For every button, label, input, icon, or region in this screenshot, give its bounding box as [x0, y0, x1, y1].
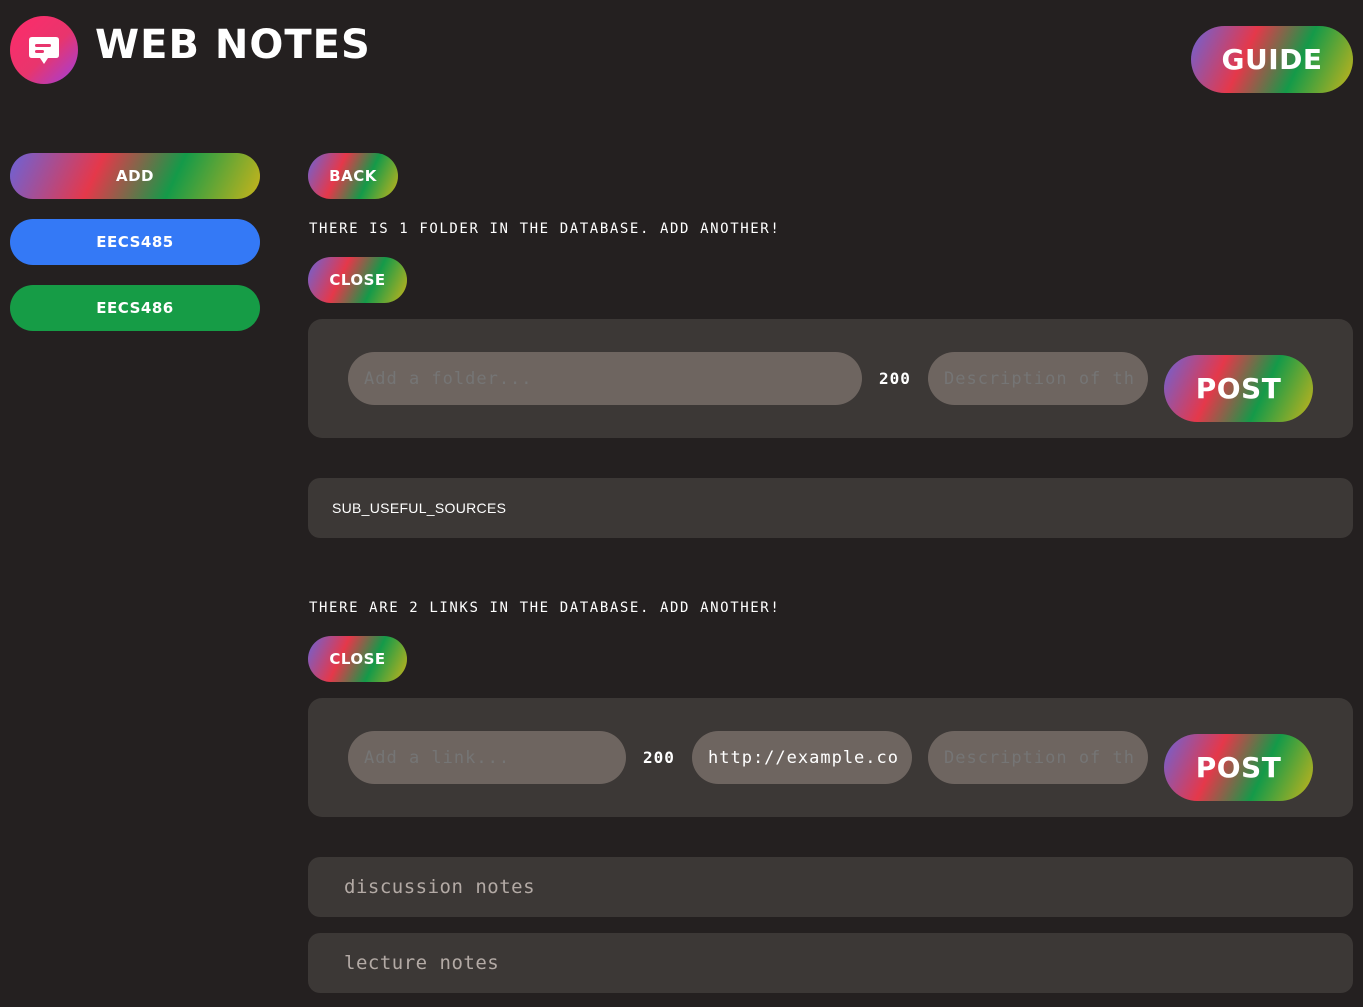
folder-list-item[interactable]: SUB_USEFUL_SOURCES: [308, 478, 1353, 538]
chat-bubble-icon: [29, 37, 59, 64]
folder-post-button[interactable]: POST: [1164, 355, 1313, 422]
sidebar-item-eecs485[interactable]: EECS485: [10, 219, 260, 265]
sidebar-item-eecs486[interactable]: EECS486: [10, 285, 260, 331]
guide-button[interactable]: GUIDE: [1191, 26, 1353, 93]
link-char-count: 200: [643, 748, 675, 767]
link-list-item[interactable]: discussion notes: [308, 857, 1353, 917]
folder-name: SUB_USEFUL_SOURCES: [332, 500, 507, 516]
link-name: lecture notes: [344, 952, 500, 974]
folder-name-input[interactable]: [348, 352, 862, 405]
app-title: WEB NOTES: [95, 22, 371, 68]
folder-status-text: THERE IS 1 FOLDER IN THE DATABASE. ADD A…: [309, 221, 781, 237]
link-url-input[interactable]: http://example.co: [692, 731, 912, 784]
folder-description-input[interactable]: [928, 352, 1148, 405]
folder-close-button[interactable]: CLOSE: [308, 257, 407, 303]
link-name-input[interactable]: [348, 731, 626, 784]
link-description-input[interactable]: [928, 731, 1148, 784]
link-name: discussion notes: [344, 876, 536, 898]
link-close-button[interactable]: CLOSE: [308, 636, 407, 682]
folder-char-count: 200: [879, 369, 911, 388]
link-post-button[interactable]: POST: [1164, 734, 1313, 801]
app-logo: [10, 16, 78, 84]
back-button[interactable]: BACK: [308, 153, 398, 199]
link-list-item[interactable]: lecture notes: [308, 933, 1353, 993]
link-status-text: THERE ARE 2 LINKS IN THE DATABASE. ADD A…: [309, 600, 781, 616]
add-button[interactable]: ADD: [10, 153, 260, 199]
